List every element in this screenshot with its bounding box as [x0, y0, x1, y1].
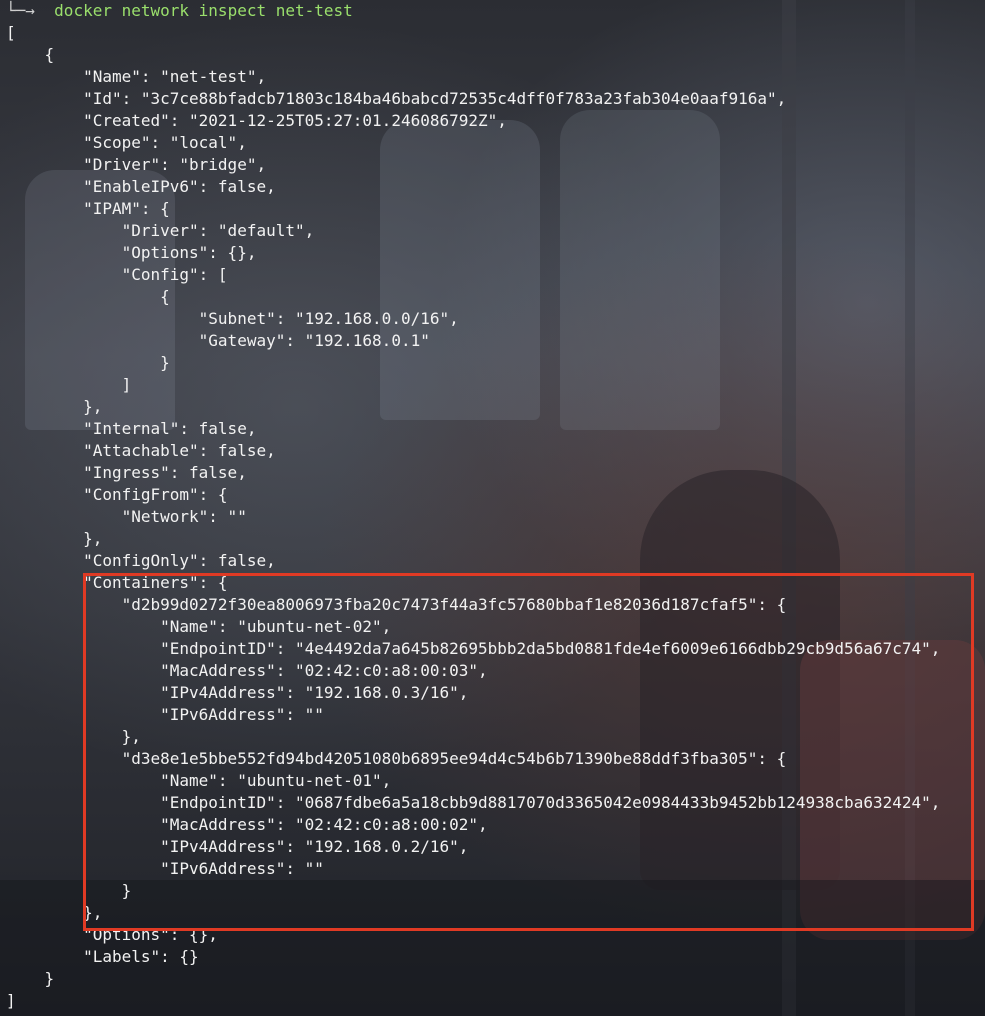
output-line: "Options": {}, [6, 925, 218, 944]
output-line: "Scope": "local", [6, 133, 247, 152]
output-line: "IPv6Address": "" [6, 859, 324, 878]
output-line: "Attachable": false, [6, 441, 276, 460]
output-line: "Id": "3c7ce88bfadcb71803c184ba46babcd72… [6, 89, 787, 108]
output-line: "Name": "net-test", [6, 67, 267, 86]
output-line: "EndpointID": "0687fdbe6a5a18cbb9d881707… [6, 793, 941, 812]
json-output: [ { "Name": "net-test", "Id": "3c7ce88bf… [6, 22, 940, 1012]
prompt-arrow-icon: └─→ [6, 1, 35, 20]
output-line: "ConfigOnly": false, [6, 551, 276, 570]
output-line: "d2b99d0272f30ea8006973fba20c7473f44a3fc… [6, 595, 787, 614]
output-line: "Config": [ [6, 265, 228, 284]
output-line: "Created": "2021-12-25T05:27:01.24608679… [6, 111, 507, 130]
output-line: "IPv6Address": "" [6, 705, 324, 724]
output-line: "Internal": false, [6, 419, 257, 438]
output-line: "Gateway": "192.168.0.1" [6, 331, 430, 350]
output-line: }, [6, 903, 103, 922]
output-line: "Subnet": "192.168.0.0/16", [6, 309, 459, 328]
output-line: "d3e8e1e5bbe552fd94bd42051080b6895ee94d4… [6, 749, 787, 768]
output-line: "EnableIPv6": false, [6, 177, 276, 196]
output-line: "MacAddress": "02:42:c0:a8:00:02", [6, 815, 488, 834]
output-line: { [6, 45, 55, 64]
output-line: } [6, 969, 55, 988]
output-line: "Options": {}, [6, 243, 257, 262]
output-line: "Driver": "bridge", [6, 155, 267, 174]
output-line: "ConfigFrom": { [6, 485, 228, 504]
terminal-window[interactable]: └─→ docker network inspect net-test [ { … [0, 0, 985, 1016]
output-line: ] [6, 375, 132, 394]
output-line: "Name": "ubuntu-net-01", [6, 771, 392, 790]
terminal-output: └─→ docker network inspect net-test [ { … [6, 0, 940, 1012]
output-line: "MacAddress": "02:42:c0:a8:00:03", [6, 661, 488, 680]
output-line: "Ingress": false, [6, 463, 247, 482]
output-line: }, [6, 727, 141, 746]
output-line: "Name": "ubuntu-net-02", [6, 617, 392, 636]
output-line: "Containers": { [6, 573, 228, 592]
output-line: } [6, 881, 132, 900]
command-line: └─→ docker network inspect net-test [6, 0, 940, 22]
output-line: { [6, 287, 170, 306]
output-line: }, [6, 529, 103, 548]
output-line: "Driver": "default", [6, 221, 315, 240]
output-line: "IPAM": { [6, 199, 170, 218]
command-text: docker network inspect net-test [54, 1, 353, 20]
output-line: ] [6, 991, 16, 1010]
output-line: "IPv4Address": "192.168.0.3/16", [6, 683, 469, 702]
output-line: "Labels": {} [6, 947, 199, 966]
output-line: "Network": "" [6, 507, 247, 526]
output-line: "EndpointID": "4e4492da7a645b82695bbb2da… [6, 639, 941, 658]
output-line: "IPv4Address": "192.168.0.2/16", [6, 837, 469, 856]
output-line: } [6, 353, 170, 372]
output-line: }, [6, 397, 103, 416]
output-line: [ [6, 23, 16, 42]
